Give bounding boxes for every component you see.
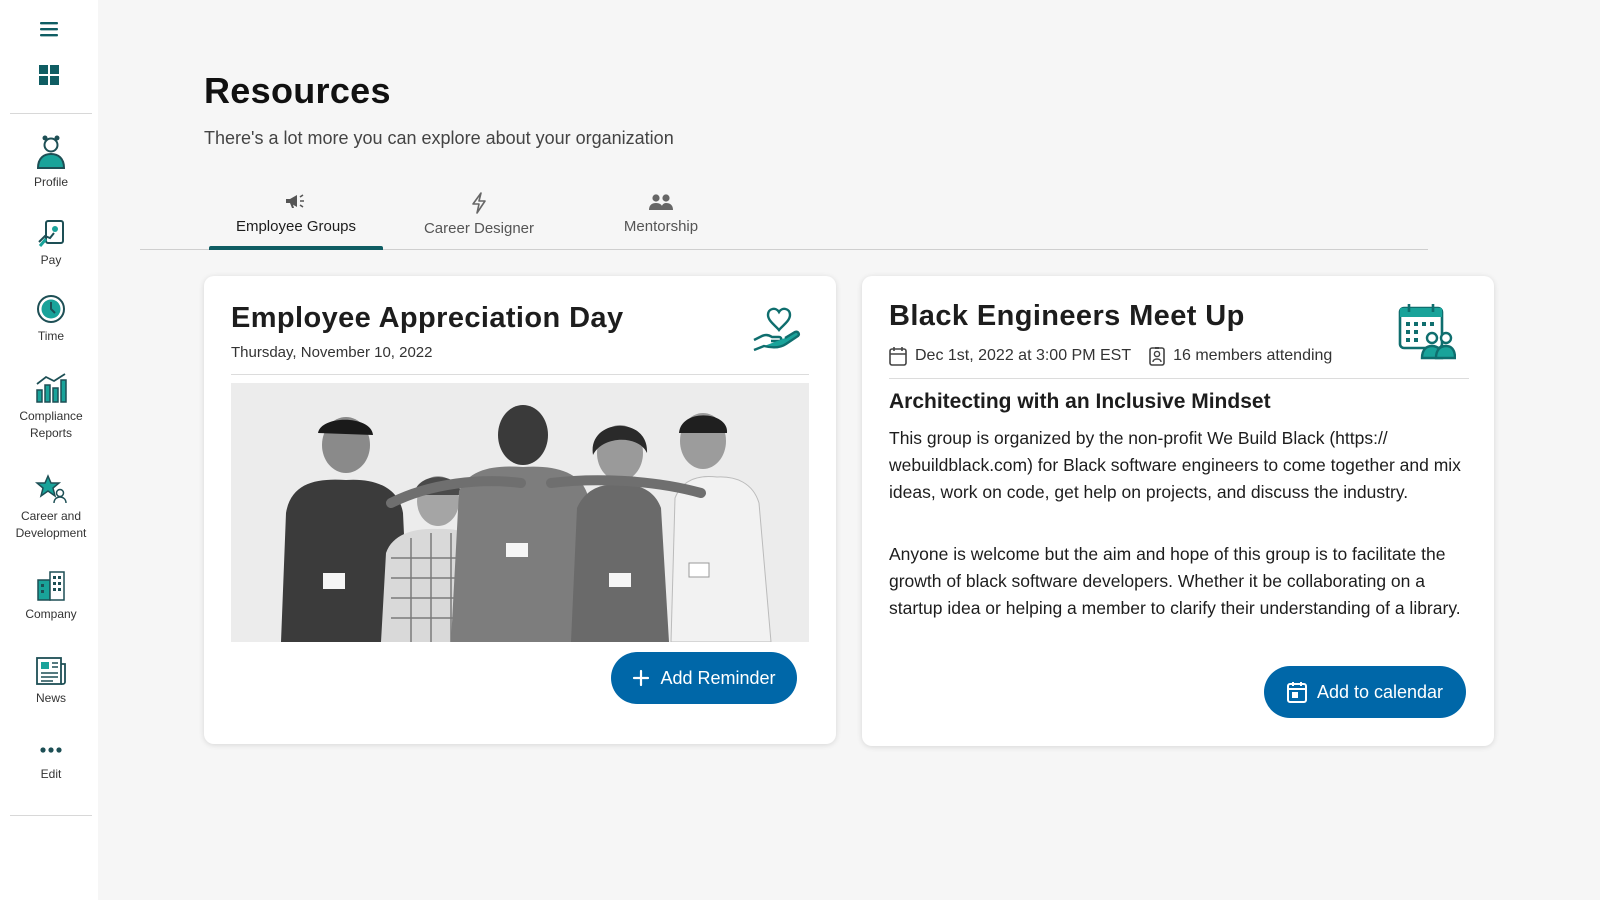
meetup-description-1: This group is organized by the non-profi… bbox=[889, 428, 1461, 502]
sidebar-item-label: Career and Development bbox=[15, 509, 87, 540]
hamburger-menu-icon[interactable] bbox=[38, 18, 60, 40]
card-divider bbox=[889, 378, 1469, 379]
pay-icon bbox=[38, 220, 64, 247]
sidebar: Profile Pay Time Compliance Reports Care… bbox=[0, 0, 98, 900]
time-icon bbox=[37, 295, 65, 323]
black-engineers-meetup-card: Black Engineers Meet Up Dec 1st, 2022 at… bbox=[862, 276, 1494, 746]
card-title: Black Engineers Meet Up bbox=[889, 300, 1245, 332]
event-datetime: Dec 1st, 2022 at 3:00 PM EST bbox=[889, 346, 1131, 366]
add-to-calendar-button[interactable]: Add to calendar bbox=[1264, 666, 1466, 718]
sidebar-item-pay[interactable]: Pay bbox=[0, 218, 102, 269]
menu-button[interactable] bbox=[0, 18, 98, 40]
tab-mentorship[interactable]: Mentorship bbox=[574, 186, 748, 249]
star-person-icon bbox=[35, 474, 67, 504]
sidebar-item-label: Profile bbox=[33, 175, 68, 189]
team-photo bbox=[231, 383, 809, 642]
sidebar-item-label: News bbox=[35, 691, 66, 705]
event-meta: Dec 1st, 2022 at 3:00 PM EST 16 members … bbox=[889, 346, 1350, 366]
team-photo-illustration bbox=[231, 383, 809, 642]
tab-label: Employee Groups bbox=[235, 218, 357, 235]
sidebar-item-label: Company bbox=[25, 607, 77, 621]
sidebar-item-label: Compliance Reports bbox=[19, 409, 83, 440]
people-icon bbox=[649, 194, 673, 210]
sidebar-item-time[interactable]: Time bbox=[0, 294, 102, 345]
add-reminder-button[interactable]: Add Reminder bbox=[611, 652, 797, 704]
resource-tabs: Employee Groups Career Designer Mentorsh… bbox=[140, 186, 1428, 250]
chart-icon bbox=[36, 373, 67, 403]
card-divider bbox=[231, 374, 809, 375]
event-attending: 16 members attending bbox=[1149, 346, 1332, 366]
sidebar-item-label: Time bbox=[37, 329, 65, 343]
sidebar-item-label: Edit bbox=[40, 767, 62, 781]
tab-employee-groups[interactable]: Employee Groups bbox=[209, 186, 383, 250]
event-attending-text: 16 members attending bbox=[1173, 347, 1333, 364]
page-title: Resources bbox=[204, 70, 391, 111]
calendar-icon bbox=[889, 347, 907, 366]
sidebar-divider bbox=[10, 815, 92, 816]
event-datetime-text: Dec 1st, 2022 at 3:00 PM EST bbox=[915, 347, 1132, 364]
more-dots-icon bbox=[40, 747, 62, 753]
sidebar-item-news[interactable]: News bbox=[0, 654, 102, 707]
megaphone-icon bbox=[286, 194, 304, 208]
dashboard-button[interactable] bbox=[0, 64, 98, 86]
sidebar-item-edit[interactable]: Edit bbox=[0, 744, 102, 783]
calendar-add-icon bbox=[1286, 682, 1307, 703]
meetup-heading: Architecting with an Inclusive Mindset bbox=[889, 390, 1271, 413]
card-title: Employee Appreciation Day bbox=[231, 302, 624, 334]
calendar-people-icon bbox=[1398, 304, 1456, 360]
dashboard-grid-icon[interactable] bbox=[38, 64, 60, 86]
newspaper-icon bbox=[36, 657, 66, 685]
badge-person-icon bbox=[1149, 347, 1165, 366]
page-subtitle: There's a lot more you can explore about… bbox=[204, 128, 674, 148]
event-date: Thursday, November 10, 2022 bbox=[231, 344, 433, 361]
employee-appreciation-card: Employee Appreciation Day Thursday, Nove… bbox=[204, 276, 836, 744]
sidebar-item-compliance-reports[interactable]: Compliance Reports bbox=[0, 372, 102, 442]
profile-icon bbox=[36, 135, 66, 169]
add-to-calendar-label: Add to calendar bbox=[1316, 681, 1444, 702]
tab-label: Career Designer bbox=[423, 220, 535, 237]
sidebar-item-company[interactable]: Company bbox=[0, 570, 102, 623]
sidebar-divider bbox=[10, 113, 92, 114]
plus-icon bbox=[633, 669, 650, 687]
lightning-icon bbox=[472, 192, 486, 214]
meetup-description-2: Anyone is welcome but the aim and hope o… bbox=[889, 544, 1461, 618]
heart-hand-icon bbox=[753, 307, 800, 352]
tab-label: Mentorship bbox=[623, 218, 699, 235]
add-reminder-label: Add Reminder bbox=[660, 667, 776, 688]
building-icon bbox=[37, 571, 65, 601]
sidebar-item-profile[interactable]: Profile bbox=[0, 134, 102, 191]
sidebar-item-career-development[interactable]: Career and Development bbox=[0, 474, 102, 542]
sidebar-item-label: Pay bbox=[40, 253, 62, 267]
tab-career-designer[interactable]: Career Designer bbox=[392, 186, 566, 249]
